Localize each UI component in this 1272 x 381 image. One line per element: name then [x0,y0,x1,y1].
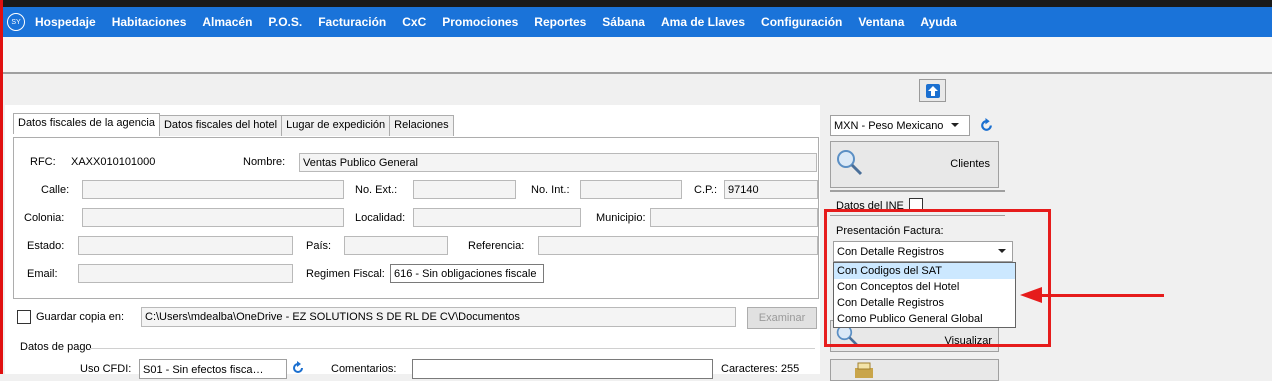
no-ext-label: No. Ext.: [355,184,398,196]
menu-habitaciones[interactable]: Habitaciones [112,15,187,29]
nombre-label: Nombre: [243,156,286,168]
menu-reportes[interactable]: Reportes [534,15,586,29]
guardar-copia-label: Guardar copia en: [36,311,125,323]
caracteres-count: Caracteres: 255 [721,363,800,375]
sidebar-divider [830,190,1005,192]
uso-cfdi-value: S01 - Sin efectos fisca… [143,364,264,376]
nombre-field[interactable]: Ventas Publico General [299,153,817,172]
menu-cxc[interactable]: CxC [402,15,426,29]
datos-pago-divider [90,348,815,349]
datos-pago-heading: Datos de pago [20,341,92,353]
menu-bar: SY Hospedaje Habitaciones Almacén P.O.S.… [0,7,1272,37]
rfc-label: RFC: [30,156,56,168]
calle-label: Calle: [41,184,70,196]
examinar-button[interactable]: Examinar [747,307,817,329]
print-button[interactable] [830,359,999,381]
menu-promociones[interactable]: Promociones [442,15,518,29]
comentarios-label: Comentarios: [331,363,397,375]
annotation-arrow-head-icon [1020,287,1042,303]
uso-cfdi-label: Uso CFDI: [80,363,132,375]
scroll-up-button[interactable] [919,79,946,102]
tab-relaciones[interactable]: Relaciones [389,115,454,136]
menu-ayuda[interactable]: Ayuda [920,15,956,29]
localidad-field[interactable] [413,208,581,227]
municipio-field[interactable] [650,208,818,227]
magnifier-icon [837,150,863,176]
toolbar-area [3,37,1272,74]
colonia-label: Colonia: [24,212,65,224]
referencia-label: Referencia: [468,240,525,252]
tab-strip: Datos fiscales de la agencia Datos fisca… [13,113,454,136]
colonia-field[interactable] [82,208,344,227]
tab-content: RFC: XAXX010101000 Nombre: Ventas Public… [13,137,819,299]
main-panel: Datos fiscales de la agencia Datos fisca… [5,105,820,379]
cp-label: C.P.: [694,184,718,196]
comentarios-field[interactable] [412,359,713,379]
tab-lugar-expedicion[interactable]: Lugar de expedición [281,115,391,136]
no-int-field[interactable] [580,180,682,199]
menu-facturacion[interactable]: Facturación [318,15,386,29]
printer-icon [855,362,873,378]
municipio-label: Municipio: [596,212,646,224]
pais-label: País: [306,240,332,252]
menu-ama-de-llaves[interactable]: Ama de Llaves [661,15,745,29]
no-ext-field[interactable] [413,180,516,199]
calle-field[interactable] [82,180,344,199]
estado-label: Estado: [27,240,65,252]
rfc-value: XAXX010101000 [71,156,156,168]
menu-configuracion[interactable]: Configuración [761,15,842,29]
uso-cfdi-select[interactable]: S01 - Sin efectos fisca… [139,359,287,379]
guardar-path-field[interactable]: C:\Users\mdealba\OneDrive - EZ SOLUTIONS… [141,307,736,327]
annotation-highlight-box [824,209,1051,347]
app-logo-icon: SY [7,13,25,31]
cp-field[interactable]: 97140 [724,180,818,199]
tab-datos-hotel[interactable]: Datos fiscales del hotel [158,115,283,136]
refresh-icon[interactable] [979,118,994,133]
currency-select[interactable]: MXN - Peso Mexicano [830,115,970,136]
referencia-field[interactable] [538,236,818,255]
arrow-up-icon [925,83,940,98]
localidad-label: Localidad: [355,212,406,224]
regimen-fiscal-label: Regimen Fiscal: [306,268,385,280]
tab-datos-agencia[interactable]: Datos fiscales de la agencia [13,113,160,134]
no-int-label: No. Int.: [531,184,570,196]
menu-sabana[interactable]: Sábana [602,15,645,29]
chevron-down-icon [951,123,959,127]
menu-ventana[interactable]: Ventana [858,15,904,29]
annotation-arrow-line [1040,294,1164,297]
menu-hospedaje[interactable]: Hospedaje [35,15,96,29]
email-field[interactable] [78,264,293,283]
pais-field[interactable] [344,236,448,255]
clientes-label: Clientes [950,158,990,170]
estado-field[interactable] [78,236,293,255]
regimen-fiscal-field[interactable]: 616 - Sin obligaciones fiscale [390,264,544,283]
email-label: Email: [27,268,58,280]
window-top-edge [0,0,1272,7]
menu-almacen[interactable]: Almacén [202,15,252,29]
menu-pos[interactable]: P.O.S. [268,15,302,29]
currency-value: MXN - Peso Mexicano [834,120,944,132]
refresh-icon[interactable] [291,361,305,375]
guardar-copia-checkbox[interactable] [17,310,31,324]
clientes-button[interactable]: Clientes [830,141,999,188]
